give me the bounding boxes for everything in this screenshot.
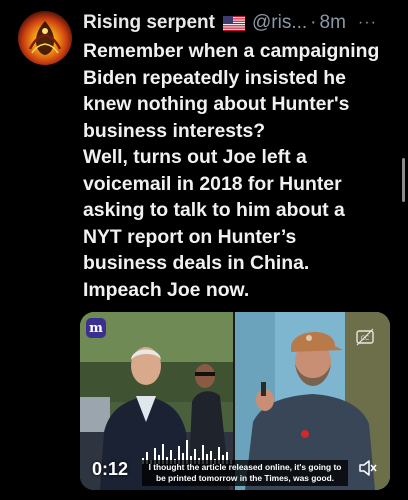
avatar[interactable] — [18, 11, 72, 65]
publisher-badge: m — [86, 318, 106, 338]
video-timestamp: 0:12 — [92, 459, 129, 479]
tweet-text-line: Well, turns out Joe left a — [83, 146, 307, 168]
author-name[interactable]: Rising serpent — [83, 12, 215, 34]
tweet-text-line: voicemail in 2018 for Hunter — [83, 172, 342, 195]
separator-dot: · — [310, 12, 317, 33]
tweet-text-line: asking to talk to him about a — [83, 199, 345, 221]
tweet-text-line: NYT report on Hunter’s — [83, 225, 297, 248]
tweet-text-line: Remember when a campaigning — [83, 40, 380, 62]
tweet-text-line: Impeach Joe now. — [83, 278, 250, 301]
caption-settings-icon[interactable]: CC — [356, 328, 374, 346]
mute-button[interactable] — [354, 456, 382, 480]
tweet-text-line: business deals in China. — [83, 252, 310, 274]
more-options-icon[interactable]: ··· — [358, 14, 377, 32]
scrollbar[interactable] — [402, 158, 405, 202]
author-handle[interactable]: @ris... — [252, 12, 307, 34]
speaker-muted-icon — [359, 460, 377, 476]
serpent-logo-icon — [28, 21, 62, 55]
tweet-text-line: Biden repeatedly insisted he — [83, 66, 346, 89]
timestamp[interactable]: 8m — [320, 12, 346, 34]
caption-line: I thought the article released online, i… — [148, 462, 342, 472]
tweet-header: Rising serpent @ris... · 8m ··· — [83, 9, 400, 37]
tweet-text: Remember when a campaigning Biden repeat… — [83, 38, 403, 303]
video-caption: I thought the article released online, i… — [142, 460, 348, 486]
us-flag-icon — [222, 15, 245, 31]
tweet-text-line: knew nothing about Hunter's — [83, 93, 350, 115]
tweet[interactable]: Rising serpent @ris... · 8m ··· Remember… — [0, 0, 408, 500]
svg-text:CC: CC — [361, 335, 369, 342]
tweet-text-line: business interests? — [83, 119, 266, 142]
video-player[interactable]: m CC 0:12 I thought the article released… — [80, 312, 390, 490]
caption-line: be printed tomorrow in the Times, was go… — [155, 473, 335, 483]
